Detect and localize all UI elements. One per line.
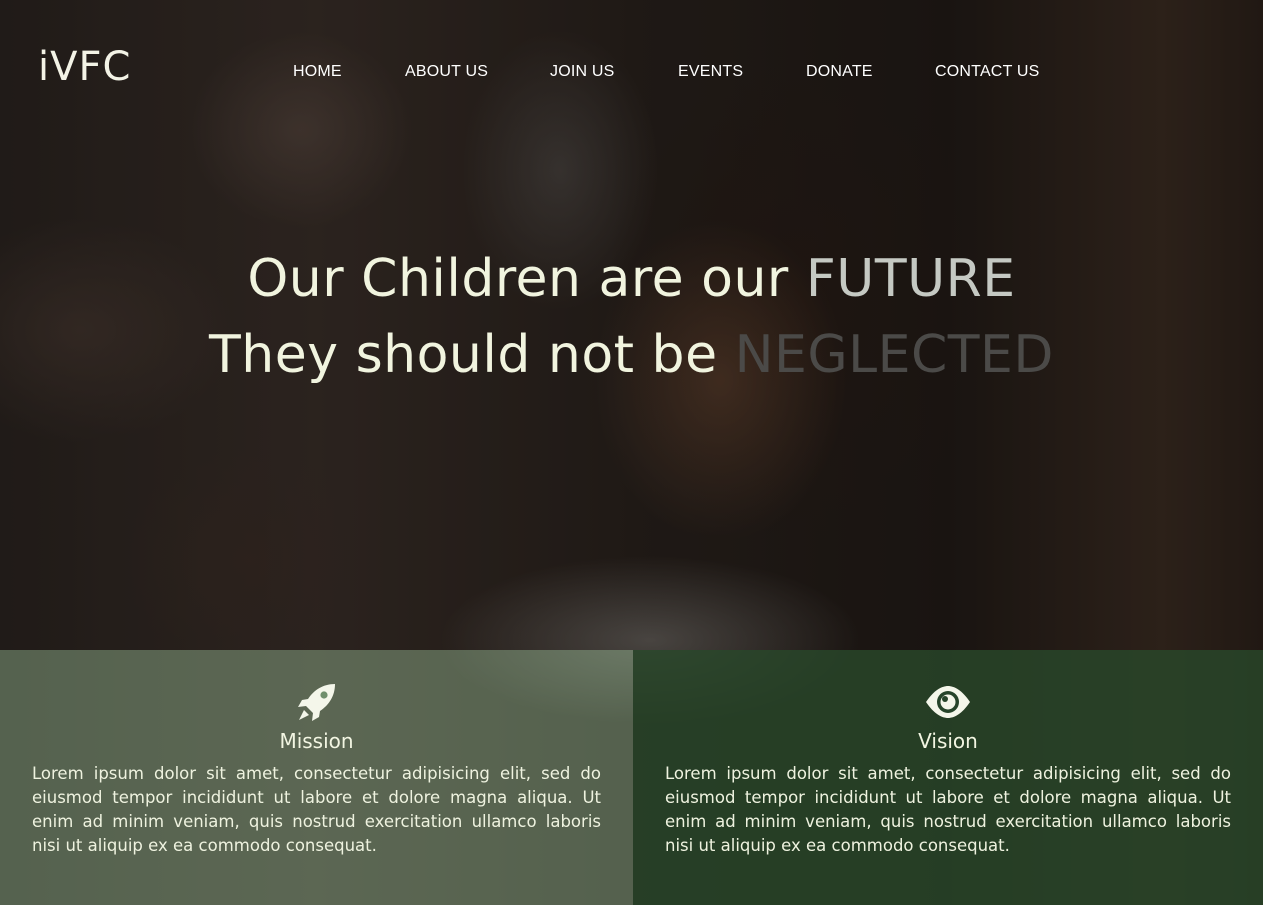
- hero-accent-future: FUTURE: [805, 249, 1016, 309]
- nav-contact-us[interactable]: CONTACT US: [935, 62, 1040, 82]
- mission-panel: Mission Lorem ipsum dolor sit amet, cons…: [0, 650, 633, 905]
- eye-icon: [633, 680, 1263, 724]
- nav-about-us[interactable]: ABOUT US: [405, 62, 488, 82]
- hero-line-2-lead: They should not be: [209, 325, 735, 385]
- vision-panel: Vision Lorem ipsum dolor sit amet, conse…: [633, 650, 1263, 905]
- mission-text: Lorem ipsum dolor sit amet, consectetur …: [32, 764, 601, 855]
- nav-donate[interactable]: DONATE: [806, 62, 873, 82]
- vision-title: Vision: [918, 729, 978, 753]
- site-logo[interactable]: iVFC: [38, 40, 131, 94]
- nav-events[interactable]: EVENTS: [678, 62, 743, 82]
- nav-home[interactable]: HOME: [293, 62, 342, 82]
- nav-join-us[interactable]: JOIN US: [550, 62, 615, 82]
- vision-text: Lorem ipsum dolor sit amet, consectetur …: [665, 764, 1231, 855]
- hero-accent-neglected: NEGLECTED: [734, 325, 1054, 385]
- navbar: iVFC HOME ABOUT US JOIN US EVENTS DONATE…: [0, 0, 1263, 140]
- hero-headline-line-2: They should not be NEGLECTED: [0, 320, 1263, 390]
- hero-line-1-lead: Our Children are our: [247, 249, 806, 309]
- mission-title: Mission: [279, 729, 354, 753]
- hero-headline-line-1: Our Children are our FUTURE: [0, 244, 1263, 314]
- rocket-icon: [0, 680, 633, 724]
